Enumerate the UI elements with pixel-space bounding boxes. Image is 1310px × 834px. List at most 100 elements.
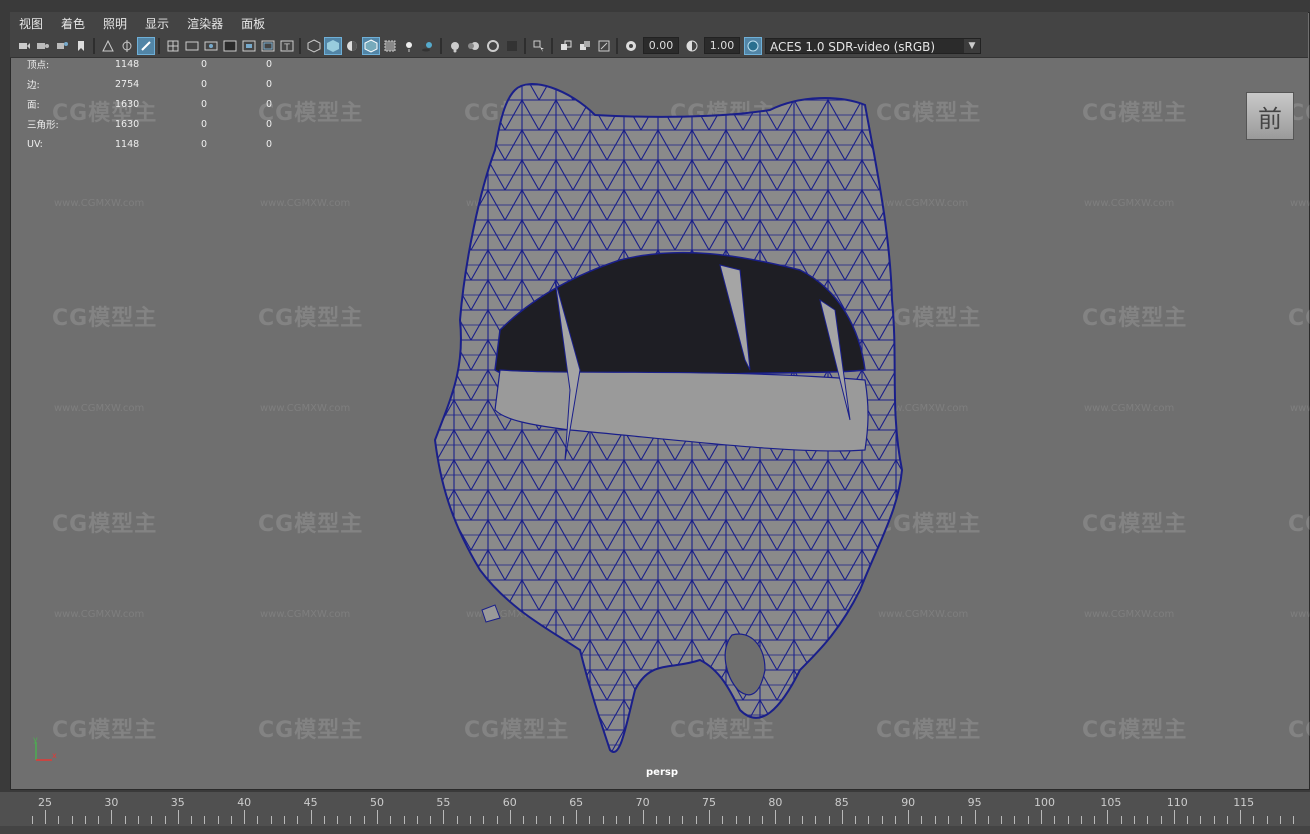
frame-tick — [589, 816, 591, 824]
anti-aliasing-icon[interactable] — [485, 38, 501, 54]
hud-value: 0 — [201, 98, 208, 110]
poly-count-hud: 顶点: 1148 0 0 边: 2754 0 0 面: 1630 0 0 三角形… — [27, 54, 306, 154]
gate-mask-icon[interactable] — [222, 38, 238, 54]
menu-renderer[interactable]: 渲染器 — [178, 15, 232, 32]
toolbar-separator — [616, 37, 618, 54]
exposure-icon[interactable] — [623, 38, 639, 54]
camera-attributes-icon[interactable] — [35, 38, 51, 54]
hud-toggle-icon[interactable] — [596, 38, 612, 54]
frame-label: 60 — [502, 796, 517, 809]
menu-shading[interactable]: 着色 — [52, 15, 94, 32]
frame-label: 95 — [967, 796, 982, 809]
frame-label: 110 — [1166, 796, 1188, 809]
hud-value: 0 — [266, 118, 273, 130]
frame-tick — [908, 810, 910, 824]
frame-label: 50 — [370, 796, 384, 809]
frame-tick — [748, 816, 750, 824]
frame-tick — [137, 816, 139, 824]
frame-tick — [735, 816, 737, 824]
hud-value: 1148 — [115, 58, 140, 70]
film-gate-icon[interactable] — [184, 38, 200, 54]
hud-row-uvs: UV: 1148 0 0 — [27, 134, 306, 154]
image-plane-icon[interactable] — [100, 38, 116, 54]
backface-culling-icon[interactable] — [577, 38, 593, 54]
default-material-icon[interactable] — [344, 38, 360, 54]
frame-label: 85 — [834, 796, 849, 809]
frame-tick — [801, 816, 803, 824]
resolution-gate-icon[interactable] — [203, 38, 219, 54]
color-space-dropdown[interactable]: ACES 1.0 SDR-video (sRGB) ▼ — [765, 37, 981, 54]
hud-label: 边: — [27, 80, 40, 91]
hud-value: 0 — [201, 138, 208, 150]
hud-value: 1148 — [115, 138, 140, 150]
depth-of-field-icon[interactable] — [504, 38, 520, 54]
frame-tick — [377, 810, 378, 824]
grease-pencil-icon[interactable] — [136, 36, 155, 55]
frame-tick — [111, 810, 113, 824]
frame-tick — [523, 816, 525, 824]
shadows-icon[interactable] — [420, 38, 436, 54]
frame-tick — [1107, 810, 1109, 824]
hud-label: 三角形: — [27, 120, 59, 131]
frame-tick — [230, 816, 232, 824]
frame-tick — [1293, 816, 1295, 824]
pan-zoom-icon[interactable] — [119, 38, 135, 54]
time-slider[interactable]: 25 30 35 40 45 50 55 60 65 70 75 80 85 90 95 100 105 110 1… — [0, 792, 1310, 834]
two-sided-lighting-icon[interactable] — [558, 38, 574, 54]
frame-label: 25 — [38, 796, 52, 809]
bookmark-icon[interactable] — [73, 38, 89, 54]
wireframe-on-shaded-icon[interactable] — [361, 36, 380, 55]
motion-blur-icon[interactable] — [466, 38, 482, 54]
frame-label: 80 — [768, 796, 783, 809]
gamma-field[interactable]: 1.00 — [704, 37, 740, 54]
frame-tick — [469, 816, 471, 824]
frame-tick — [164, 816, 166, 824]
isolate-select-icon[interactable] — [531, 38, 547, 54]
frame-tick — [496, 816, 498, 824]
menu-panels[interactable]: 面板 — [232, 15, 274, 32]
frame-tick — [1094, 816, 1096, 824]
frame-tick — [416, 816, 418, 824]
frame-tick — [456, 816, 458, 824]
grid-icon[interactable] — [165, 38, 181, 54]
frame-tick — [323, 816, 325, 824]
hud-row-triangles: 三角形: 1630 0 0 — [27, 114, 306, 134]
bookmark-camera-icon[interactable] — [54, 38, 70, 54]
xray-icon[interactable] — [382, 38, 398, 54]
frame-tick — [655, 816, 657, 824]
smooth-shade-icon[interactable] — [323, 36, 342, 55]
hud-value: 1630 — [115, 98, 140, 110]
polygon-mesh-model[interactable] — [420, 70, 920, 770]
hud-value: 0 — [201, 78, 208, 90]
frame-label: 55 — [436, 796, 451, 809]
frame-tick — [549, 816, 551, 824]
frame-tick — [828, 816, 830, 824]
wireframe-icon[interactable] — [306, 38, 322, 54]
frame-tick — [1120, 816, 1122, 824]
menu-view[interactable]: 视图 — [10, 15, 52, 32]
frame-tick — [602, 816, 604, 824]
time-slider-track[interactable]: 25 30 35 40 45 50 55 60 65 70 75 80 85 90 95 100 105 110 1… — [0, 792, 1310, 826]
select-camera-icon[interactable] — [16, 38, 32, 54]
frame-tick — [1200, 816, 1202, 824]
lights-icon[interactable] — [401, 38, 417, 54]
svg-text:T: T — [283, 43, 290, 53]
color-management-icon[interactable] — [743, 36, 762, 55]
exposure-field[interactable]: 0.00 — [643, 37, 679, 54]
gamma-icon[interactable] — [684, 38, 700, 54]
frame-tick — [1187, 816, 1189, 824]
frame-tick — [961, 816, 963, 824]
safe-title-icon[interactable]: T — [279, 38, 295, 54]
frame-tick — [921, 816, 923, 824]
safe-action-icon[interactable] — [260, 38, 276, 54]
axis-gizmo: y x — [33, 736, 57, 761]
menu-lighting[interactable]: 照明 — [94, 15, 136, 32]
frame-tick — [403, 816, 405, 824]
frame-tick — [948, 816, 950, 824]
menu-show[interactable]: 显示 — [136, 15, 178, 32]
frame-tick — [1280, 816, 1282, 824]
screen-space-ao-icon[interactable] — [447, 38, 463, 54]
view-cube[interactable]: 前 — [1246, 92, 1294, 140]
frame-tick — [177, 810, 179, 824]
field-chart-icon[interactable] — [241, 38, 257, 54]
